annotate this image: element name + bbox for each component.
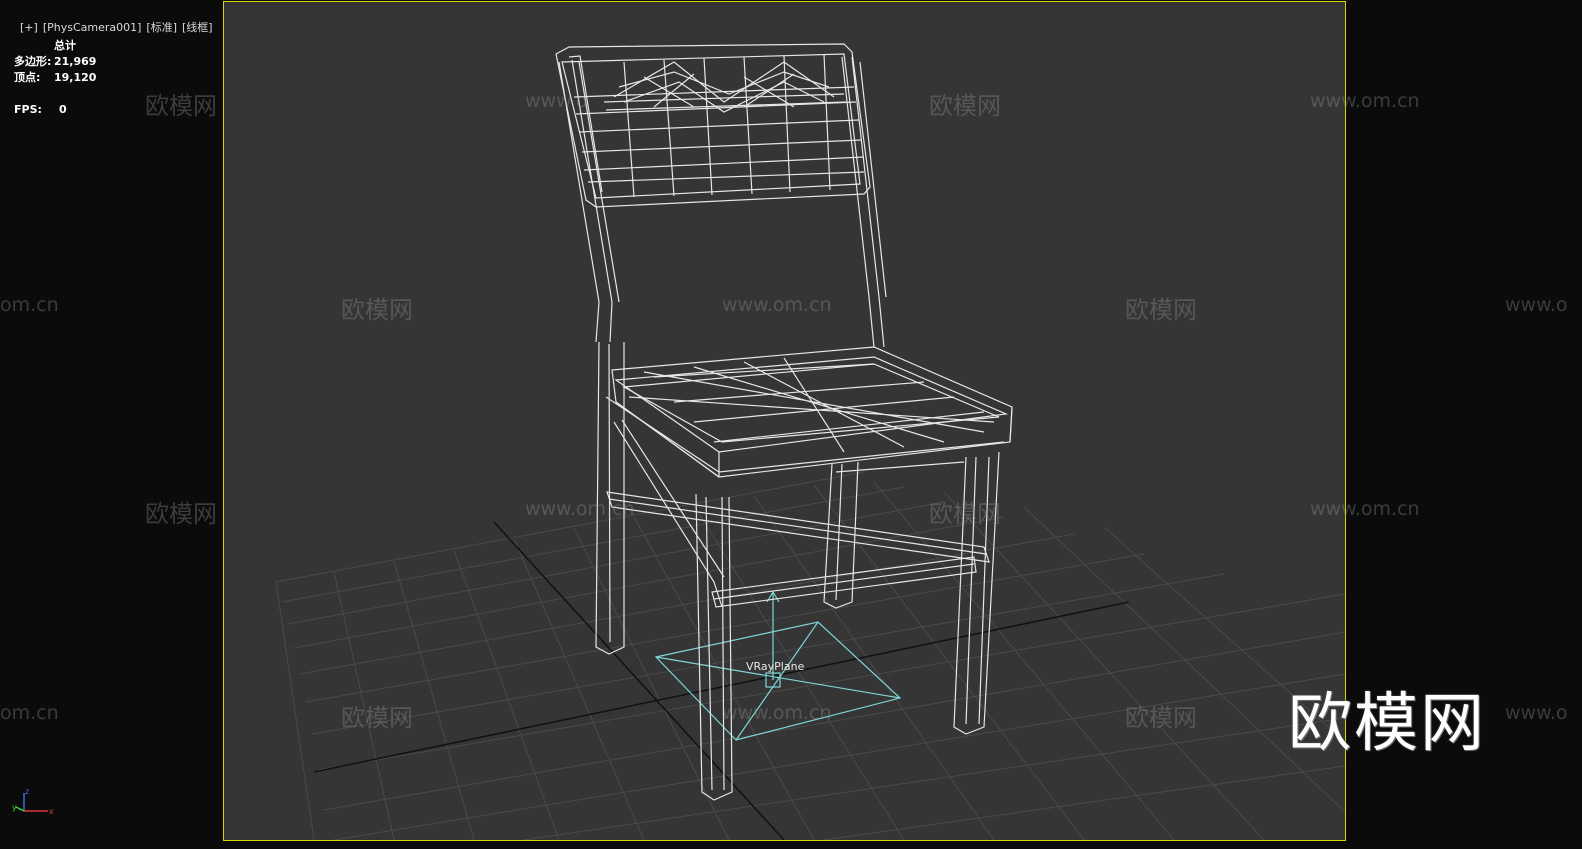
watermark-cn: 欧模网 bbox=[145, 500, 217, 528]
axis-x-label: x bbox=[49, 807, 54, 816]
axis-gizmo-icon: z x y bbox=[12, 787, 54, 816]
viewport-shading-menu[interactable]: [标准] bbox=[146, 21, 177, 34]
viewport[interactable]: [+] [PhysCamera001] [标准] [线框] 总计 多边形: 21,96… bbox=[0, 0, 1582, 849]
viewport-menu-plus[interactable]: [+] bbox=[20, 21, 38, 34]
statistics-overlay: 总计 多边形: 21,969 顶点: 19,120 FPS: 0 bbox=[14, 38, 96, 118]
watermark-url: om.cn bbox=[0, 702, 59, 724]
verts-value: 19,120 bbox=[54, 71, 97, 84]
polys-value: 21,969 bbox=[54, 55, 97, 68]
viewport-mode-menu[interactable]: [线框] bbox=[182, 21, 213, 34]
scene-canvas[interactable]: VRayPlane bbox=[224, 2, 1345, 840]
fps-label: FPS: bbox=[14, 103, 42, 116]
axis-y-label: y bbox=[12, 803, 17, 812]
home-grid bbox=[275, 471, 1345, 840]
polys-label: 多边形: bbox=[14, 55, 52, 68]
camera-safe-frame[interactable]: VRayPlane bbox=[223, 1, 1346, 841]
watermark-url: om.cn bbox=[0, 294, 59, 316]
watermark-cn: 欧模网 bbox=[145, 92, 217, 120]
vray-plane-label: VRayPlane bbox=[746, 660, 805, 673]
axis-z-label: z bbox=[25, 787, 29, 796]
brand-logo: 欧模网 bbox=[1288, 687, 1486, 761]
verts-label: 顶点: bbox=[14, 71, 41, 84]
stats-header: 总计 bbox=[54, 39, 76, 52]
watermark-url: www.o bbox=[1505, 294, 1568, 316]
chair-wireframe bbox=[555, 43, 1013, 801]
grid-axes bbox=[313, 521, 1130, 840]
watermark-url: www.o bbox=[1505, 702, 1568, 724]
viewport-camera-menu[interactable]: [PhysCamera001] bbox=[43, 21, 142, 34]
fps-value: 0 bbox=[59, 103, 67, 116]
